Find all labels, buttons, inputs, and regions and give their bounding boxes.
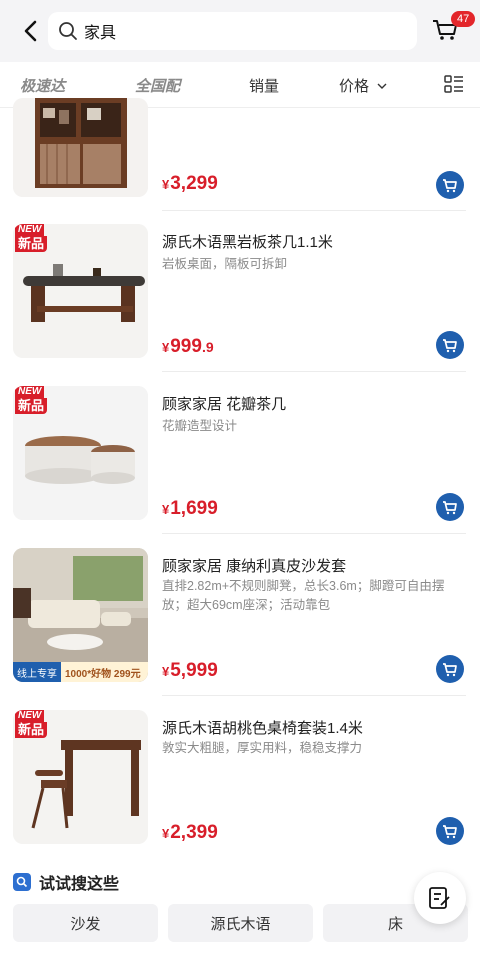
back-button[interactable] [14,14,48,48]
new-badge-bottom: 新品 [15,236,48,252]
product-image-petal-table: NEW 新品 [13,386,148,520]
product-price: ¥1,699 [162,498,218,520]
new-badge-bottom: 新品 [15,398,48,414]
add-to-cart-button[interactable] [436,171,464,199]
suggest-chip[interactable]: 沙发 [13,904,158,942]
search-query: 家具 [84,25,117,42]
top-bar: 家具 47 [0,0,480,62]
new-badge-top: NEW [15,386,45,398]
currency-symbol: ¥ [162,664,170,679]
product-subtitle: 直排2.82m+不规则脚凳，总长3.6m；脚蹬可自由摆放；超大69cm座深；活动… [162,579,445,612]
price-integer: 999 [170,336,202,357]
layout-toggle-icon[interactable] [444,74,464,94]
product-image-dining-set: NEW 新品 [13,710,148,844]
divider [162,533,466,534]
suggest-header: 试试搜这些 [13,870,119,894]
product-price: ¥3,299 [162,173,218,195]
divider [162,695,466,696]
divider [162,371,466,372]
product-title: 顾家家居 康纳利真皮沙发套 [162,558,347,575]
cart-icon [443,339,457,353]
currency-symbol: ¥ [162,502,170,517]
add-to-cart-button[interactable] [436,493,464,521]
new-badge-bottom: 新品 [15,722,48,738]
search-icon [59,22,77,40]
currency-symbol: ¥ [162,340,170,355]
product-price: ¥999.9 [162,336,214,358]
currency-symbol: ¥ [162,177,170,192]
search-input[interactable]: 家具 [48,12,417,50]
filter-tab-express[interactable]: 极速达 [20,75,65,96]
price-integer: 2,399 [170,822,218,843]
chevron-left-icon [24,20,37,42]
product-price: ¥5,999 [162,660,218,682]
add-to-cart-button[interactable] [436,817,464,845]
suggest-chip[interactable]: 源氏木语 [168,904,313,942]
product-image-cabinet [13,98,148,197]
cart-count-badge: 47 [451,11,476,27]
add-to-cart-button[interactable] [436,655,464,683]
promo-banner-left: 线上专享 [13,662,61,682]
promo-banner-right: 1000*好物 299元包邮 [61,662,148,682]
filter-price-label: 价格 [339,78,370,95]
product-subtitle: 敦实大粗腿，厚实用料，稳稳支撑力 [162,741,363,755]
cart-icon [443,179,457,193]
cart-icon [443,825,457,839]
price-integer: 5,999 [170,660,218,681]
product-image-coffee-table: NEW 新品 [13,224,148,358]
product-subtitle: 岩板桌面，隔板可拆卸 [162,257,288,271]
edit-icon [429,887,450,909]
new-badge: NEW 新品 [13,386,57,416]
search-suggest-icon [13,873,31,891]
divider [162,210,466,211]
chevron-down-icon [377,83,387,89]
product-image-sofa: 线上专享 1000*好物 299元包邮 [13,548,148,682]
product-subtitle: 花瓣造型设计 [162,419,238,433]
price-integer: 3,299 [170,173,218,194]
filter-tab-nationwide[interactable]: 全国配 [135,75,180,96]
feedback-button[interactable] [414,872,466,924]
new-badge: NEW 新品 [13,224,57,254]
price-integer: 1,699 [170,498,218,519]
add-to-cart-button[interactable] [436,331,464,359]
new-badge-top: NEW [15,710,45,722]
new-badge: NEW 新品 [13,710,57,740]
promo-banner: 线上专享 1000*好物 299元包邮 [13,662,148,682]
filter-tab-price[interactable]: 价格 [339,75,388,96]
product-title: 源氏木语胡桃色桌椅套装1.4米 [162,720,363,737]
product-price: ¥2,399 [162,822,218,844]
price-decimal: .9 [201,339,214,355]
product-title: 源氏木语黑岩板茶几1.1米 [162,234,333,251]
filter-tab-sales[interactable]: 销量 [249,75,279,96]
cart-icon [443,663,457,677]
new-badge-top: NEW [15,224,45,236]
currency-symbol: ¥ [162,826,170,841]
suggest-title: 试试搜这些 [39,876,120,893]
product-title: 顾家家居 花瓣茶几 [162,396,287,413]
cart-icon [443,501,457,515]
